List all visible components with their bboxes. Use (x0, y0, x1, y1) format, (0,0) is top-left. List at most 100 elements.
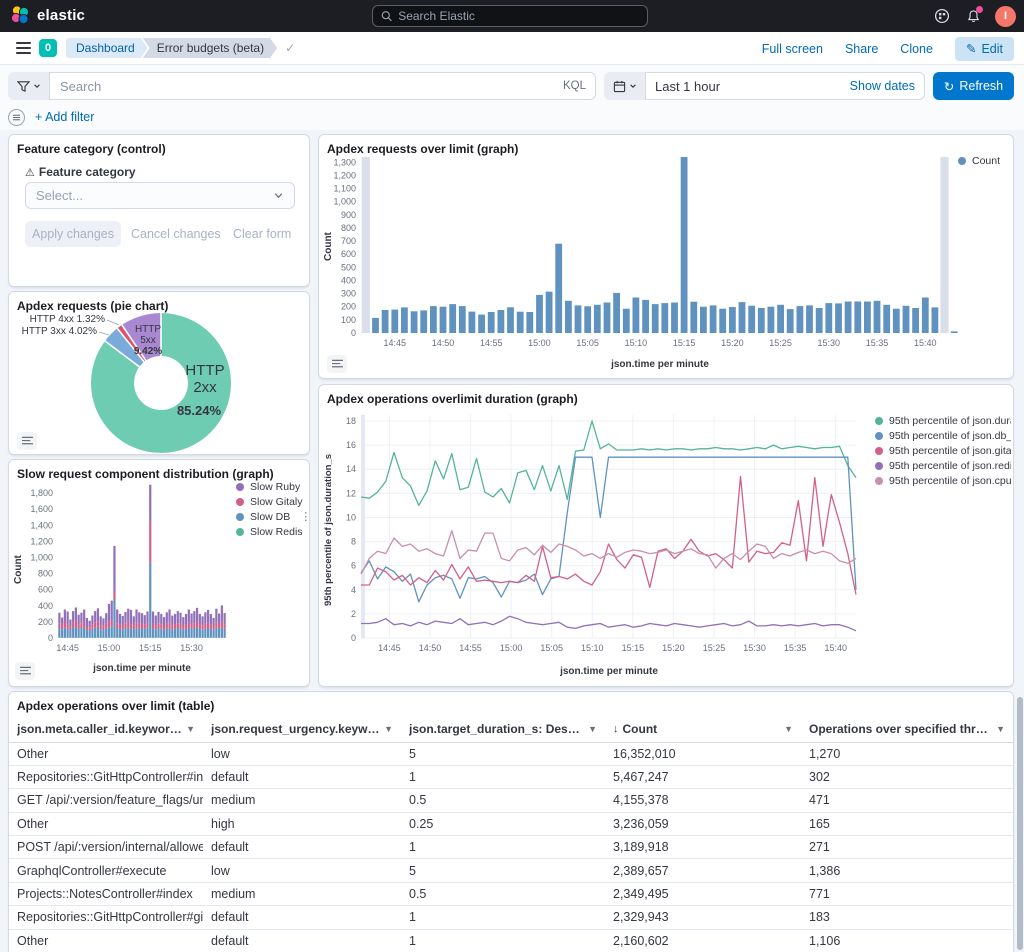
legend-item-slow-ruby[interactable]: Slow Ruby⋮ (236, 480, 310, 493)
panel-title[interactable]: Apdex requests (pie chart) (17, 299, 168, 313)
table-cell[interactable]: 1 (401, 765, 605, 788)
table-cell[interactable]: 1,386 (801, 859, 1013, 882)
column-header-target-duration[interactable]: json.target_duration_s: Descending▼ (401, 716, 605, 742)
table-row[interactable]: GraphqlController#executelow52,389,6571,… (9, 859, 1013, 882)
breadcrumb-check-icon[interactable]: ✓ (285, 41, 295, 55)
edit-button[interactable]: ✎Edit (955, 37, 1014, 61)
table-cell[interactable]: low (203, 742, 401, 765)
column-header-caller-id[interactable]: json.meta.caller_id.keyword: Desce...▼ (9, 716, 203, 742)
table-cell[interactable]: 2,160,602 (605, 929, 801, 952)
table-cell[interactable]: default (203, 836, 401, 859)
table-cell[interactable]: 0.5 (401, 789, 605, 812)
table-cell[interactable]: 302 (801, 765, 1013, 788)
table-cell[interactable]: GET /api/:version/feature_flags/unleash.… (9, 789, 203, 812)
table-cell[interactable]: 3,236,059 (605, 812, 801, 835)
legend-item-gitaly[interactable]: 95th percentile of json.gital... (875, 445, 1011, 457)
full-screen-button[interactable]: Full screen (762, 42, 823, 56)
table-row[interactable]: GET /api/:version/feature_flags/unleash.… (9, 789, 1013, 812)
kql-search-input[interactable] (60, 79, 561, 94)
clear-form-button[interactable]: Clear form (233, 221, 291, 247)
table-cell[interactable]: medium (203, 882, 401, 905)
table-row[interactable]: Otherlow516,352,0101,270 (9, 742, 1013, 765)
count-bar-chart[interactable]: 01002003004005006007008009001,0001,1001,… (319, 135, 1014, 379)
table-cell[interactable]: 471 (801, 789, 1013, 812)
feature-category-select[interactable]: Select... (25, 182, 295, 209)
legend-item-count[interactable]: Count (958, 155, 1000, 167)
table-cell[interactable]: 16,352,010 (605, 742, 801, 765)
table-cell[interactable]: 271 (801, 836, 1013, 859)
table-cell[interactable]: 1 (401, 929, 605, 952)
table-cell[interactable]: 165 (801, 812, 1013, 835)
column-header-operations-over-threshold[interactable]: Operations over specified threshold...▼ (801, 716, 1013, 742)
table-cell[interactable]: 183 (801, 906, 1013, 929)
newsfeed-bell-icon[interactable] (964, 7, 982, 25)
legend-item-duration[interactable]: 95th percentile of json.dura... (875, 415, 1011, 427)
table-cell[interactable]: 0.5 (401, 882, 605, 905)
table-cell[interactable]: medium (203, 789, 401, 812)
table-cell[interactable]: 0.25 (401, 812, 605, 835)
table-row[interactable]: Otherdefault12,160,6021,106 (9, 929, 1013, 952)
date-quick-select-button[interactable] (604, 72, 645, 100)
legend-toggle-icon[interactable] (15, 662, 35, 680)
table-cell[interactable]: Repositories::GitHttpController#info_ref… (9, 765, 203, 788)
table-row[interactable]: Repositories::GitHttpController#info_ref… (9, 765, 1013, 788)
legend-item-slow-gitaly[interactable]: Slow Gitaly⋮ (236, 495, 310, 508)
add-filter-button[interactable]: + Add filter (35, 110, 94, 124)
table-cell[interactable]: 5 (401, 859, 605, 882)
filter-set-menu-icon[interactable] (8, 109, 25, 126)
breadcrumb-current[interactable]: Error budgets (beta) (143, 38, 277, 58)
cloud-deployment-icon[interactable] (933, 7, 951, 25)
table-cell[interactable]: default (203, 765, 401, 788)
legend-toggle-icon[interactable] (327, 355, 347, 373)
column-header-urgency[interactable]: json.request_urgency.keyword: Des...▼ (203, 716, 401, 742)
table-cell[interactable]: 5,467,247 (605, 765, 801, 788)
table-cell[interactable]: Other (9, 812, 203, 835)
panel-title[interactable]: Apdex operations over limit (table) (17, 699, 214, 713)
global-search-input[interactable] (398, 9, 639, 23)
show-dates-button[interactable]: Show dates (850, 79, 915, 93)
table-cell[interactable]: Other (9, 929, 203, 952)
kql-search-bar[interactable]: KQL (49, 72, 596, 100)
table-cell[interactable]: Repositories::GitHttpController#git_upl.… (9, 906, 203, 929)
menu-hamburger-icon[interactable] (16, 42, 31, 54)
table-row[interactable]: Otherhigh0.253,236,059165 (9, 812, 1013, 835)
table-cell[interactable]: high (203, 812, 401, 835)
table-cell[interactable]: 1,106 (801, 929, 1013, 952)
page-scrollbar[interactable] (1017, 697, 1023, 950)
table-cell[interactable]: Projects::NotesController#index (9, 882, 203, 905)
legend-item-slow-redis[interactable]: Slow Redis⋮ (236, 525, 310, 538)
share-button[interactable]: Share (845, 42, 878, 56)
table-cell[interactable]: GraphqlController#execute (9, 859, 203, 882)
global-search[interactable] (372, 5, 648, 27)
column-header-count[interactable]: ↓Count▼ (605, 716, 801, 742)
legend-actions-icon[interactable]: ⋮ (300, 510, 310, 523)
table-cell[interactable]: POST /api/:version/internal/allowed (9, 836, 203, 859)
time-range-value[interactable]: Last 1 hour (655, 79, 720, 94)
table-cell[interactable]: 4,155,378 (605, 789, 801, 812)
user-avatar[interactable]: I (995, 6, 1016, 27)
table-cell[interactable]: 2,329,943 (605, 906, 801, 929)
table-cell[interactable]: default (203, 929, 401, 952)
table-cell[interactable]: 771 (801, 882, 1013, 905)
elastic-logo[interactable]: elastic (10, 5, 85, 25)
table-cell[interactable]: Other (9, 742, 203, 765)
table-cell[interactable]: 3,189,918 (605, 836, 801, 859)
apply-changes-button[interactable]: Apply changes (25, 221, 121, 247)
table-row[interactable]: Projects::NotesController#indexmedium0.5… (9, 882, 1013, 905)
legend-item-cpu[interactable]: 95th percentile of json.cpu_s (875, 475, 1011, 487)
legend-item-redis[interactable]: 95th percentile of json.redi... (875, 460, 1011, 472)
space-avatar[interactable]: 0 (39, 39, 57, 57)
clone-button[interactable]: Clone (900, 42, 933, 56)
table-cell[interactable]: low (203, 859, 401, 882)
table-cell[interactable]: 1,270 (801, 742, 1013, 765)
table-cell[interactable]: default (203, 906, 401, 929)
kql-language-button[interactable]: KQL (563, 80, 586, 92)
panel-title[interactable]: Feature category (control) (17, 142, 166, 156)
cancel-changes-button[interactable]: Cancel changes (131, 221, 221, 247)
table-row[interactable]: Repositories::GitHttpController#git_upl.… (9, 906, 1013, 929)
legend-toggle-icon[interactable] (17, 432, 37, 450)
legend-item-db[interactable]: 95th percentile of json.db_... (875, 430, 1011, 442)
table-cell[interactable]: 2,349,495 (605, 882, 801, 905)
saved-query-menu-button[interactable] (8, 72, 49, 100)
legend-item-slow-db[interactable]: Slow DB⋮ (236, 510, 310, 523)
